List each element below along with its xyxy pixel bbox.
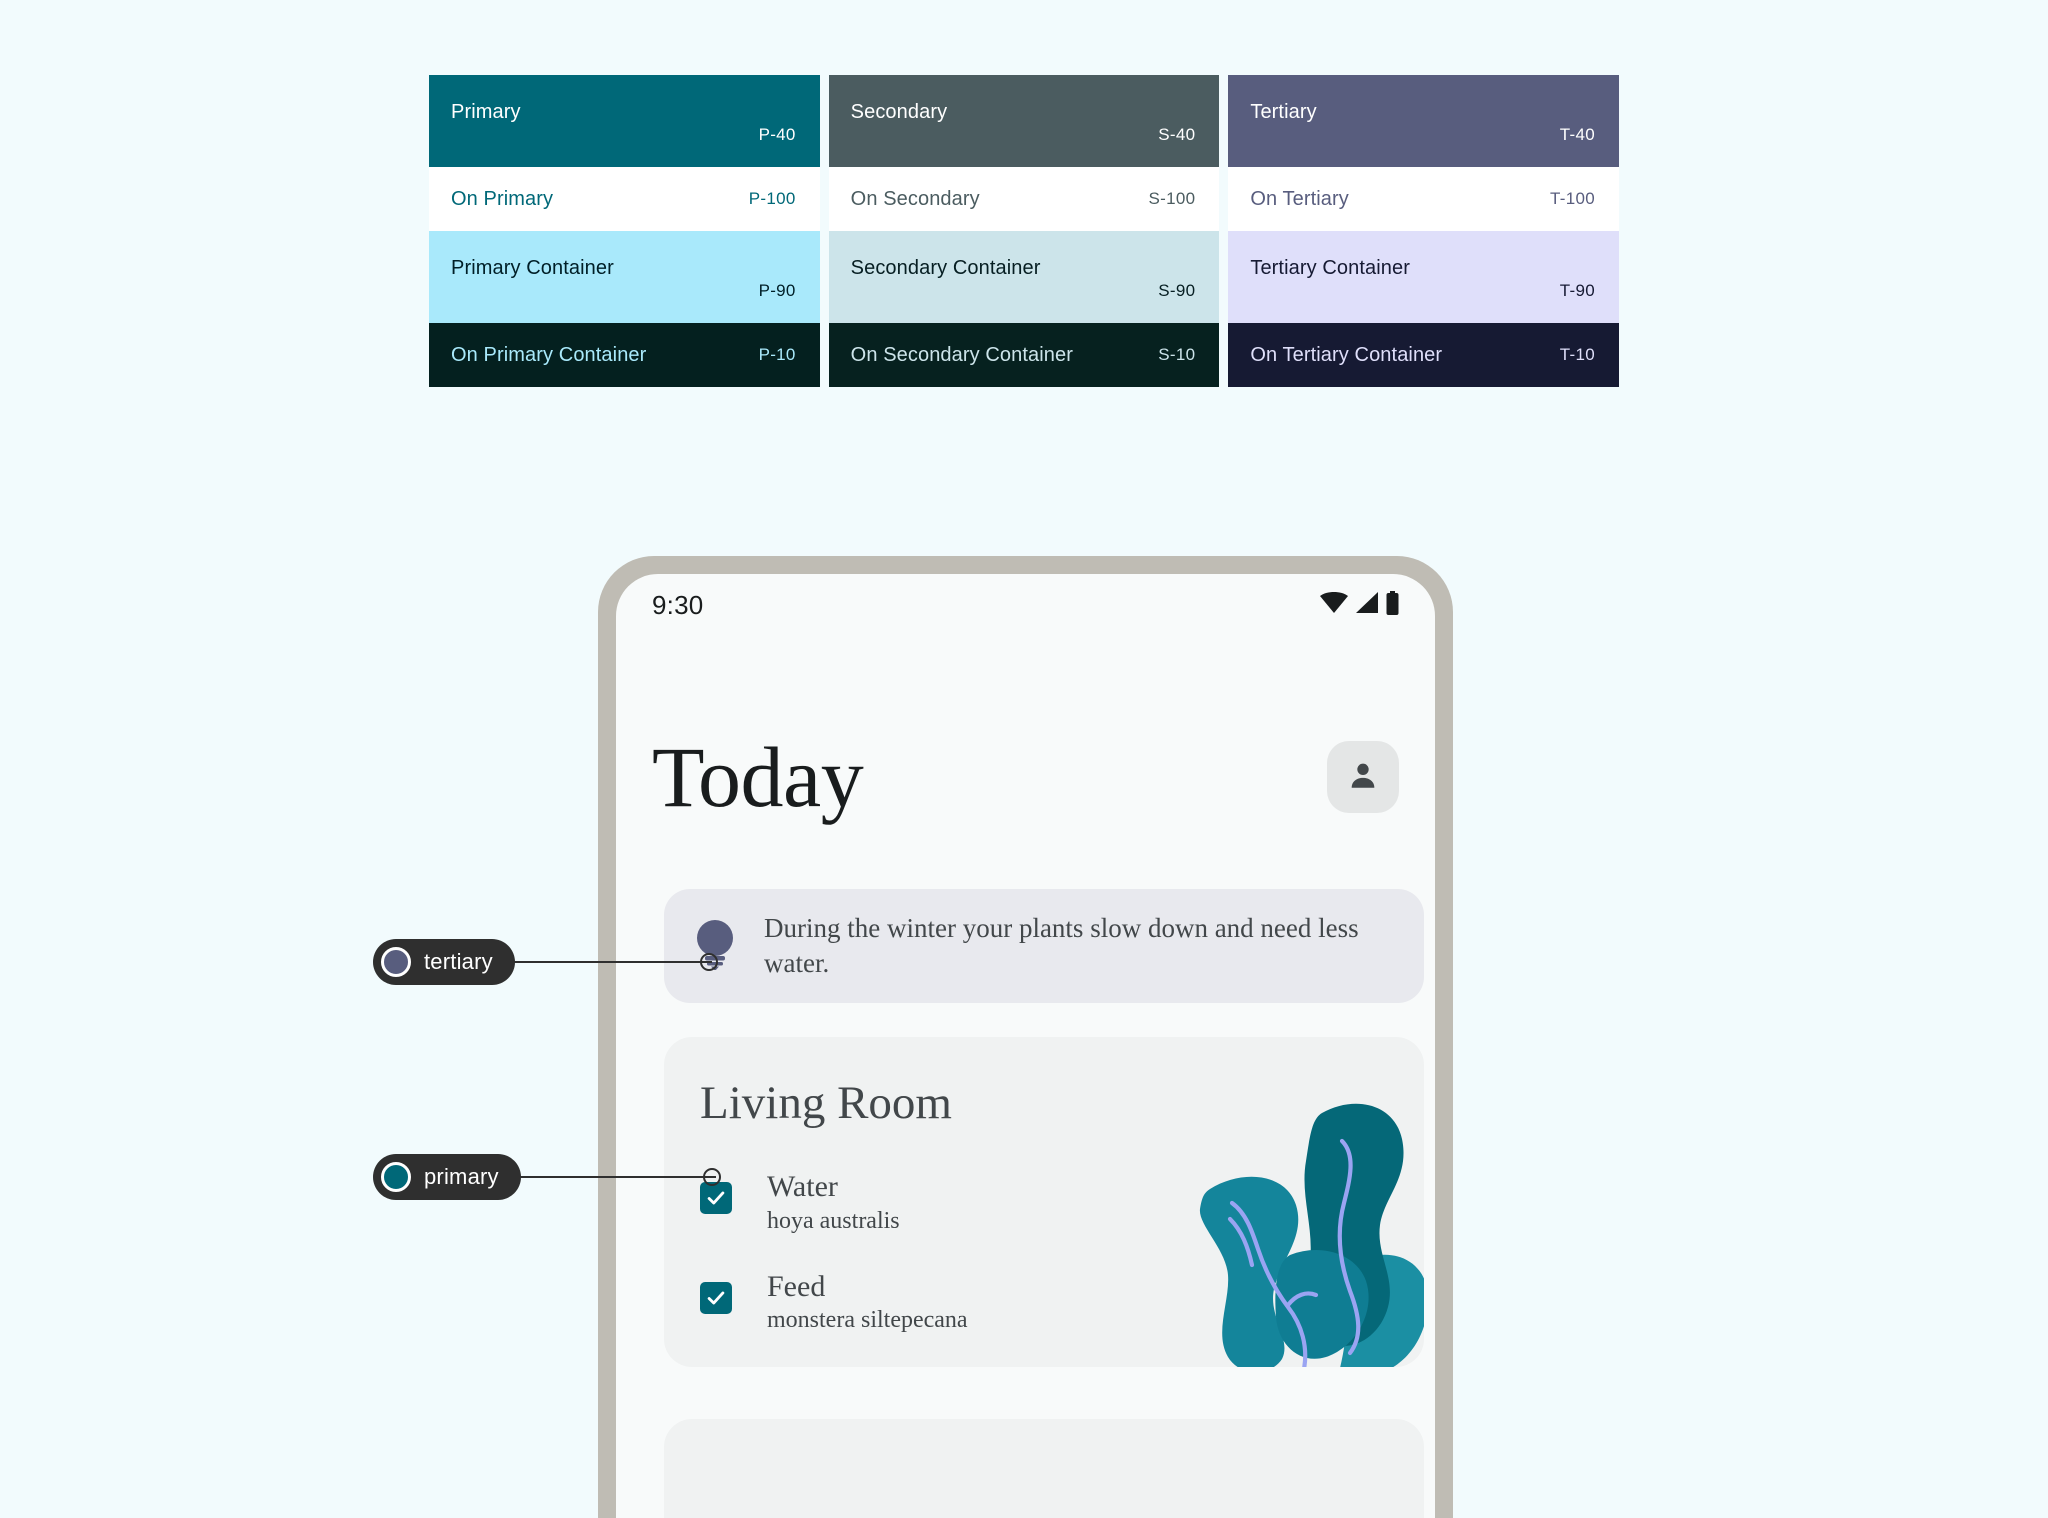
- swatch-token: S-90: [1158, 281, 1196, 300]
- swatch-label: On Secondary Container: [850, 344, 1073, 366]
- swatch-label: On Tertiary Container: [1250, 344, 1443, 366]
- room-card-title: Living Room: [700, 1077, 952, 1129]
- swatch-label: On Primary: [451, 188, 554, 210]
- page-title: Today: [652, 729, 864, 825]
- swatch-token: P-90: [758, 281, 796, 300]
- status-bar-icons: [1320, 590, 1399, 620]
- person-icon: [1346, 758, 1380, 797]
- palette-column-primary: Primary P-40 On Primary P-100 Primary Contai…: [429, 75, 820, 387]
- swatch-label: On Secondary: [850, 188, 980, 210]
- swatch-token: T-40: [1559, 125, 1596, 144]
- task-checkbox[interactable]: [700, 1281, 732, 1314]
- swatch-cell: Tertiary T-40: [1228, 75, 1620, 167]
- swatch-label: Secondary Container: [850, 257, 1041, 279]
- swatch-token: T-90: [1559, 281, 1596, 300]
- cell-signal-icon: [1355, 592, 1379, 618]
- avatar[interactable]: [1327, 741, 1399, 813]
- swatch-cell: On Primary P-100: [429, 167, 820, 231]
- leader-dot-primary: [703, 1168, 721, 1186]
- swatch-token: P-10: [758, 345, 796, 364]
- swatch-label: On Tertiary: [1250, 188, 1349, 210]
- swatch-token: S-10: [1158, 345, 1196, 364]
- check-icon: [707, 1291, 725, 1305]
- task-plant-name: monstera siltepecana: [767, 1307, 968, 1334]
- task-checkbox[interactable]: [700, 1182, 732, 1214]
- swatch-cell: Primary P-40: [429, 75, 820, 167]
- swatch-cell: On Secondary S-100: [828, 167, 1220, 231]
- battery-icon: [1386, 590, 1399, 620]
- swatch-cell: Primary Container P-90: [429, 231, 820, 323]
- swatch-token: T-100: [1550, 189, 1596, 208]
- palette-column-secondary: Secondary S-40 On Secondary S-100 Secondary …: [828, 75, 1220, 387]
- swatch-token: P-100: [748, 189, 796, 208]
- check-icon: [707, 1191, 725, 1205]
- swatch-cell: On Primary Container P-10: [429, 323, 820, 387]
- annotation-swatch-icon: [381, 947, 411, 977]
- swatch-token: S-100: [1148, 189, 1196, 208]
- swatch-label: Secondary: [850, 101, 948, 123]
- task-text-group: Water hoya australis: [767, 1171, 900, 1237]
- swatch-cell: On Tertiary Container T-10: [1228, 323, 1620, 387]
- annotation-label: primary: [424, 1164, 499, 1189]
- annotation-primary: primary: [373, 1154, 521, 1200]
- task-plant-name: hoya australis: [767, 1207, 900, 1234]
- annotation-label: tertiary: [424, 949, 493, 974]
- swatch-label: On Primary Container: [451, 344, 647, 366]
- status-bar: 9:30: [616, 574, 1435, 636]
- tip-card[interactable]: During the winter your plants slow down …: [664, 889, 1424, 1003]
- swatch-token: T-10: [1559, 345, 1596, 364]
- leader-dot-tertiary: [700, 953, 718, 971]
- app-header: Today: [616, 734, 1435, 820]
- swatch-cell: On Secondary Container S-10: [828, 323, 1220, 387]
- wifi-icon: [1320, 592, 1348, 618]
- task-name: Water: [767, 1170, 838, 1203]
- task-row[interactable]: Feed monstera siltepecana: [700, 1271, 1424, 1337]
- annotation-swatch-icon: [381, 1162, 411, 1192]
- next-room-card[interactable]: [664, 1419, 1424, 1518]
- room-card[interactable]: Living Room Water hoya australis Feed monst…: [664, 1037, 1424, 1367]
- swatch-cell: On Tertiary T-100: [1228, 167, 1620, 231]
- swatch-cell: Tertiary Container T-90: [1228, 231, 1620, 323]
- swatch-label: Primary Container: [451, 257, 614, 279]
- swatch-label: Tertiary Container: [1250, 257, 1410, 279]
- swatch-cell: Secondary Container S-90: [828, 231, 1220, 323]
- task-row[interactable]: Water hoya australis: [700, 1171, 1424, 1237]
- task-text-group: Feed monstera siltepecana: [767, 1271, 968, 1337]
- swatch-token: P-40: [758, 125, 796, 144]
- task-list: Water hoya australis Feed monstera siltepec…: [664, 1171, 1424, 1336]
- swatch-label: Primary: [451, 101, 521, 123]
- swatch-cell: Secondary S-40: [828, 75, 1220, 167]
- phone-screen: 9:30 Today During the winter your plants…: [616, 574, 1435, 1518]
- palette-column-tertiary: Tertiary T-40 On Tertiary T-100 Tertiary Con…: [1228, 75, 1620, 387]
- tip-text: During the winter your plants slow down …: [764, 913, 1359, 978]
- swatch-label: Tertiary: [1250, 101, 1317, 123]
- status-bar-time: 9:30: [652, 589, 704, 620]
- phone-frame: 9:30 Today During the winter your plants…: [598, 556, 1453, 1518]
- swatch-token: S-40: [1158, 125, 1196, 144]
- task-name: Feed: [767, 1269, 826, 1303]
- color-palette-grid: Primary P-40 On Primary P-100 Primary Contai…: [429, 75, 1620, 387]
- annotation-tertiary: tertiary: [373, 939, 515, 985]
